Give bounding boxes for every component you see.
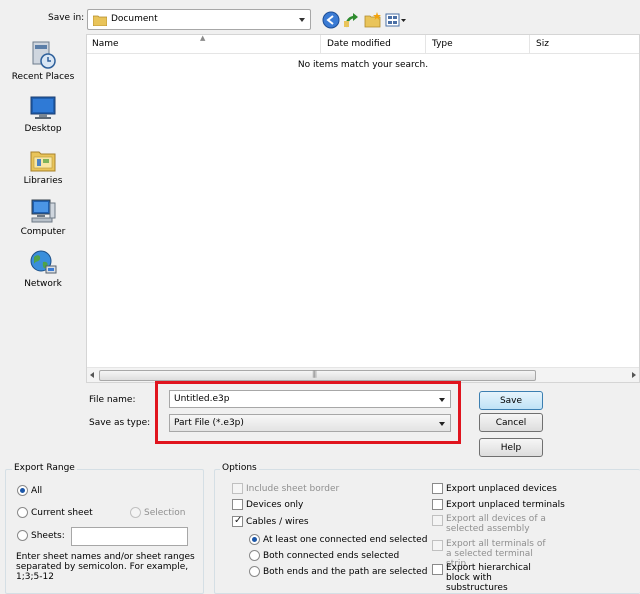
view-menu-icon[interactable] <box>385 11 407 29</box>
devices-only-label: Devices only <box>246 500 304 510</box>
place-label: Network <box>24 279 62 289</box>
file-name-label: File name: <box>89 395 136 405</box>
radio-both-ends-and-path[interactable] <box>249 566 260 577</box>
checkbox-export-unplaced-terminals[interactable] <box>432 499 443 510</box>
place-label: Desktop <box>24 124 62 134</box>
export-hierarchical-block-label: Export hierarchical block with substruct… <box>446 563 531 593</box>
radio-selection[interactable] <box>130 507 141 518</box>
radio-all-label: All <box>31 486 43 496</box>
options-title: Options <box>220 463 259 473</box>
network-icon <box>30 250 57 274</box>
folder-icon <box>93 15 107 26</box>
radio-sheets-label: Sheets: <box>31 531 65 541</box>
recent-places-icon <box>32 41 56 69</box>
scroll-right-icon[interactable] <box>632 372 636 378</box>
checkbox-include-sheet-border[interactable] <box>232 483 243 494</box>
radio-current-sheet-label: Current sheet <box>31 508 93 518</box>
radio-all[interactable] <box>17 485 28 496</box>
up-folder-icon[interactable] <box>343 11 361 29</box>
place-desktop[interactable]: Desktop <box>0 94 86 134</box>
column-date-modified[interactable]: Date modified <box>322 35 426 54</box>
file-list[interactable]: Name ▲ Date modified Type Siz No items m… <box>86 34 640 383</box>
place-label: Libraries <box>23 176 63 186</box>
sheets-input[interactable] <box>71 527 188 546</box>
scrollbar-thumb[interactable]: ||| <box>99 370 536 381</box>
place-network[interactable]: Network <box>0 249 86 289</box>
checkbox-export-strip-terminals[interactable] <box>432 540 443 551</box>
include-sheet-border-label: Include sheet border <box>246 484 340 494</box>
sort-up-icon: ▲ <box>200 34 206 42</box>
computer-icon <box>31 199 56 223</box>
column-name[interactable]: Name ▲ <box>87 34 321 54</box>
empty-message: No items match your search. <box>297 60 429 70</box>
save-in-dropdown[interactable]: Document <box>87 9 311 30</box>
checkbox-export-assembly-devices[interactable] <box>432 515 443 526</box>
checkbox-devices-only[interactable] <box>232 499 243 510</box>
save-in-label: Save in: <box>48 13 85 23</box>
export-assembly-devices-label: Export all devices of a selected assembl… <box>446 514 546 534</box>
both-connected-ends-label: Both connected ends selected <box>263 551 400 561</box>
place-recent-places[interactable]: Recent Places <box>0 40 86 82</box>
highlight-box <box>155 381 461 444</box>
export-unplaced-terminals-label: Export unplaced terminals <box>446 500 565 510</box>
place-libraries[interactable]: Libraries <box>0 146 86 186</box>
new-folder-icon[interactable] <box>364 11 382 29</box>
radio-both-connected-ends[interactable] <box>249 550 260 561</box>
place-label: Computer <box>20 227 66 237</box>
radio-sheets[interactable] <box>17 530 28 541</box>
scroll-left-icon[interactable] <box>90 372 94 378</box>
libraries-icon <box>30 151 56 172</box>
place-computer[interactable]: Computer <box>0 197 86 237</box>
radio-selection-label: Selection <box>144 508 186 518</box>
grip-icon: ||| <box>312 370 317 378</box>
column-type[interactable]: Type <box>427 35 530 54</box>
both-ends-and-path-label: Both ends and the path are selected <box>263 567 428 577</box>
save-button[interactable]: Save <box>479 391 543 410</box>
column-size[interactable]: Siz <box>531 35 639 54</box>
save-in-value: Document <box>111 14 158 24</box>
radio-at-least-one-end[interactable] <box>249 534 260 545</box>
chevron-down-icon <box>299 18 305 22</box>
places-bar: Recent Places Desktop Libraries Computer <box>0 34 86 384</box>
checkbox-export-unplaced-devices[interactable] <box>432 483 443 494</box>
export-unplaced-devices-label: Export unplaced devices <box>446 484 557 494</box>
desktop-icon <box>30 96 56 119</box>
export-range-title: Export Range <box>12 463 77 473</box>
help-button[interactable]: Help <box>479 438 543 457</box>
save-as-type-label: Save as type: <box>89 418 151 428</box>
sheets-help-text: Enter sheet names and/or sheet ranges se… <box>16 552 195 582</box>
horizontal-scrollbar[interactable]: ||| <box>87 367 639 382</box>
cancel-button[interactable]: Cancel <box>479 413 543 432</box>
place-label: Recent Places <box>11 72 75 82</box>
checkbox-export-hierarchical-block[interactable] <box>432 564 443 575</box>
file-list-header: Name ▲ Date modified Type Siz <box>87 34 639 54</box>
checkbox-cables-wires[interactable] <box>232 515 243 527</box>
back-icon[interactable] <box>322 11 340 29</box>
radio-current-sheet[interactable] <box>17 507 28 518</box>
cables-wires-label: Cables / wires <box>246 517 309 527</box>
at-least-one-end-label: At least one connected end selected <box>263 535 428 545</box>
